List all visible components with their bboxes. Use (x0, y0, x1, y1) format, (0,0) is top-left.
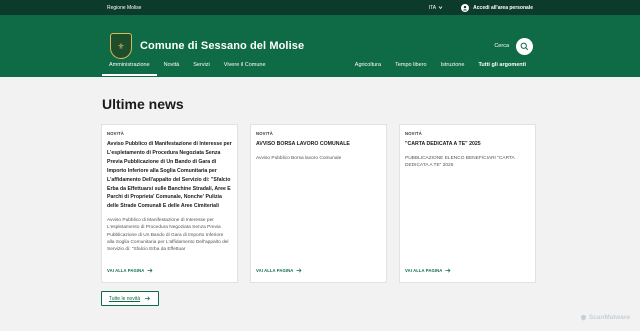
nav-item-vivere-il-comune[interactable]: Vivere il Comune (217, 62, 273, 76)
language-selector[interactable]: ITA (429, 5, 443, 11)
card-read-more-link[interactable]: VAI ALLA PAGINA (405, 268, 451, 273)
read-more-label: VAI ALLA PAGINA (256, 268, 294, 273)
site-title[interactable]: Comune di Sessano del Molise (140, 40, 304, 52)
search-icon (520, 42, 529, 50)
read-more-label: VAI ALLA PAGINA (107, 268, 145, 273)
read-more-label: VAI ALLA PAGINA (405, 268, 443, 273)
login-label: Accedi all'area personale (473, 4, 533, 11)
search-label: Cerca (494, 43, 509, 49)
login-link[interactable]: Accedi all'area personale (461, 3, 533, 12)
nav-all-topics[interactable]: Tutti gli argomenti (471, 62, 533, 76)
region-link[interactable]: Regione Molise (107, 5, 141, 11)
nav-topic-tempo-libero[interactable]: Tempo libero (388, 62, 434, 76)
arrow-right-icon (296, 268, 302, 273)
news-card: NOVITÀ "CARTA DEDICATA A TE" 2025 PUBBLI… (399, 124, 536, 283)
watermark: ScanMalware (580, 314, 630, 321)
card-description: Avviso Pubblico Borsa lavoro Comunale (256, 155, 342, 161)
nav-item-novita[interactable]: Novità (157, 62, 187, 76)
news-card: NOVITÀ AVVISO BORSA LAVORO COMUNALE Avvi… (250, 124, 387, 283)
all-news-label: Tutte le novità (108, 295, 141, 302)
section-title: Ultime news (102, 96, 184, 112)
all-news-button[interactable]: Tutte le novità (101, 291, 159, 306)
chevron-down-icon (438, 6, 443, 10)
nav-topic-agricoltura[interactable]: Agricoltura (348, 62, 388, 76)
card-category: NOVITÀ (107, 131, 125, 136)
user-icon (461, 3, 470, 12)
search-button[interactable] (516, 37, 533, 55)
card-title[interactable]: AVVISO BORSA LAVORO COMUNALE (256, 140, 381, 149)
shield-icon (580, 314, 586, 321)
watermark-label: ScanMalware (588, 314, 630, 321)
card-title[interactable]: "CARTA DEDICATA A TE" 2025 (405, 140, 530, 149)
card-read-more-link[interactable]: VAI ALLA PAGINA (256, 268, 302, 273)
main-nav: Amministrazione Novità Servizi Vivere il… (0, 56, 640, 76)
card-description: Avviso Pubblico di Manifestazione di Int… (107, 218, 229, 253)
top-bar: Regione Molise ITA Accedi all'area perso… (0, 0, 640, 15)
arrow-right-icon (145, 296, 151, 301)
nav-item-amministrazione[interactable]: Amministrazione (102, 62, 157, 76)
card-title[interactable]: Avviso Pubblico di Manifestazione di Int… (107, 140, 232, 211)
news-card: NOVITÀ Avviso Pubblico di Manifestazione… (101, 124, 238, 283)
card-category: NOVITÀ (256, 131, 274, 136)
arrow-right-icon (445, 268, 451, 273)
card-description: PUBBLICAZIONE ELENCO BENEFICIARI "CARTA … (405, 155, 515, 169)
card-category: NOVITÀ (405, 131, 423, 136)
card-read-more-link[interactable]: VAI ALLA PAGINA (107, 268, 153, 273)
nav-topic-istruzione[interactable]: Istruzione (434, 62, 472, 76)
arrow-right-icon (147, 268, 153, 273)
language-label: ITA (428, 4, 437, 11)
nav-item-servizi[interactable]: Servizi (186, 62, 217, 76)
